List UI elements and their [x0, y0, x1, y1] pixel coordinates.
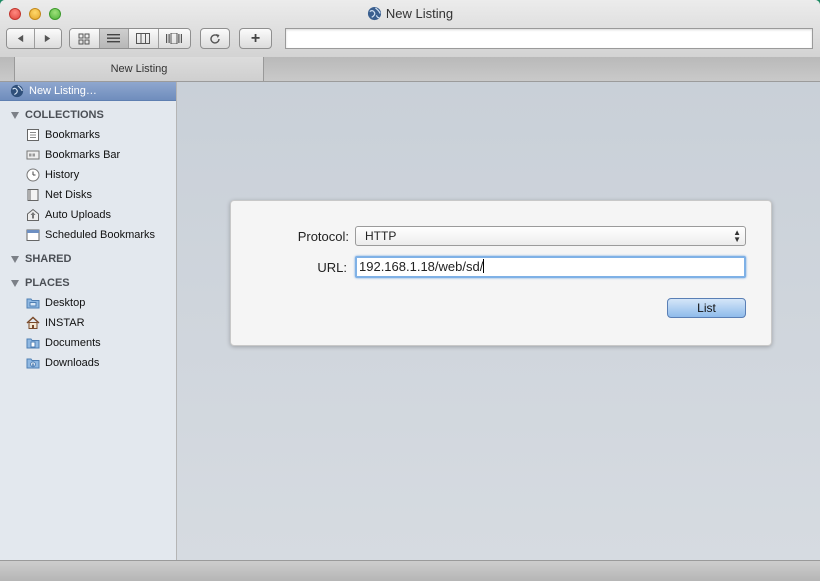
icon-view-icon[interactable]: [70, 29, 100, 48]
net-disks-icon: [27, 189, 39, 201]
sidebar-item-label: Bookmarks Bar: [45, 149, 121, 161]
sidebar-item-label: Downloads: [45, 357, 100, 369]
back-arrow-icon[interactable]: [7, 29, 35, 48]
sidebar-item-scheduled-bookmarks[interactable]: Scheduled Bookmarks: [0, 225, 176, 245]
documents-folder-icon: [26, 338, 40, 349]
sidebar-item-bookmarks[interactable]: Bookmarks: [0, 125, 176, 145]
bottom-status-bar: [0, 560, 820, 581]
sidebar-item-bookmarks-bar[interactable]: Bookmarks Bar: [0, 145, 176, 165]
list-button[interactable]: List: [667, 298, 746, 318]
reload-icon: [210, 33, 220, 44]
sidebar-item-new-listing[interactable]: New Listing…: [0, 82, 176, 101]
url-input[interactable]: 192.168.1.18/web/sd/: [355, 256, 746, 278]
url-value: 192.168.1.18/web/sd/: [359, 259, 484, 274]
sidebar-item-downloads[interactable]: Downloads: [0, 353, 176, 373]
sidebar-item-desktop[interactable]: Desktop: [0, 293, 176, 313]
sidebar-item-instar[interactable]: INSTAR: [0, 313, 176, 333]
disclosure-triangle-icon[interactable]: [11, 111, 19, 119]
sidebar-item-net-disks[interactable]: Net Disks: [0, 185, 176, 205]
reload-button[interactable]: [200, 28, 230, 49]
bookmarks-icon: [27, 129, 39, 141]
new-listing-panel: Protocol: HTTP ▲ ▼ URL: 192.168.1.18/web/…: [230, 200, 772, 346]
disclosure-triangle-icon[interactable]: [11, 255, 19, 263]
section-header-shared[interactable]: SHARED: [0, 249, 176, 269]
protocol-select[interactable]: HTTP ▲ ▼: [355, 226, 746, 246]
protocol-value: HTTP: [365, 229, 397, 243]
sidebar-item-label: INSTAR: [45, 317, 85, 329]
section-title: COLLECTIONS: [25, 109, 104, 121]
column-view-icon[interactable]: [129, 29, 159, 48]
tab-new-listing[interactable]: New Listing: [14, 57, 264, 81]
auto-uploads-icon: [27, 208, 39, 221]
sidebar-item-label: New Listing…: [29, 85, 97, 97]
add-button[interactable]: +: [239, 28, 272, 49]
view-mode-control: [69, 28, 191, 49]
bookmarks-bar-icon: [26, 150, 40, 160]
sidebar: New Listing… COLLECTIONS Bookmarks Bookm…: [0, 82, 177, 560]
desktop-folder-icon: [26, 298, 40, 309]
coverflow-view-icon[interactable]: [158, 29, 190, 48]
sidebar-item-label: Documents: [45, 337, 101, 349]
window-title: New Listing: [385, 6, 454, 21]
section-title: SHARED: [25, 253, 72, 265]
tab-strip: New Listing: [0, 57, 820, 82]
section-header-places[interactable]: PLACES: [0, 273, 176, 293]
sidebar-item-label: History: [45, 169, 80, 181]
back-forward-control: [6, 28, 62, 49]
select-arrows-icon: ▲ ▼: [733, 228, 741, 244]
sidebar-item-label: Net Disks: [45, 189, 93, 201]
calendar-icon: [26, 229, 40, 241]
sidebar-item-label: Bookmarks: [45, 129, 101, 141]
text-caret: [483, 259, 485, 273]
home-icon: [26, 316, 40, 329]
main-content: Protocol: HTTP ▲ ▼ URL: 192.168.1.18/web/…: [177, 82, 820, 560]
title-bar: New Listing +: [0, 0, 820, 58]
sidebar-item-auto-uploads[interactable]: Auto Uploads: [0, 205, 176, 225]
history-clock-icon: [26, 168, 40, 182]
sidebar-item-label: Scheduled Bookmarks: [45, 229, 156, 241]
disclosure-triangle-icon[interactable]: [11, 279, 19, 287]
protocol-label: Protocol:: [297, 229, 349, 244]
section-header-collections[interactable]: COLLECTIONS: [0, 105, 176, 125]
sidebar-item-label: Desktop: [45, 297, 86, 309]
globe-icon: [10, 84, 24, 98]
window-title-area: New Listing: [0, 6, 820, 21]
globe-icon: [367, 6, 381, 21]
downloads-folder-icon: [26, 358, 40, 369]
sidebar-item-history[interactable]: History: [0, 165, 176, 185]
section-title: PLACES: [25, 277, 70, 289]
app-window: New Listing + New Listing New Listing… C…: [0, 0, 820, 581]
address-field[interactable]: [285, 28, 813, 49]
sidebar-item-label: Auto Uploads: [45, 209, 112, 221]
list-view-icon[interactable]: [99, 29, 130, 48]
url-label: URL:: [317, 260, 347, 275]
forward-arrow-icon[interactable]: [34, 29, 61, 48]
sidebar-item-documents[interactable]: Documents: [0, 333, 176, 353]
